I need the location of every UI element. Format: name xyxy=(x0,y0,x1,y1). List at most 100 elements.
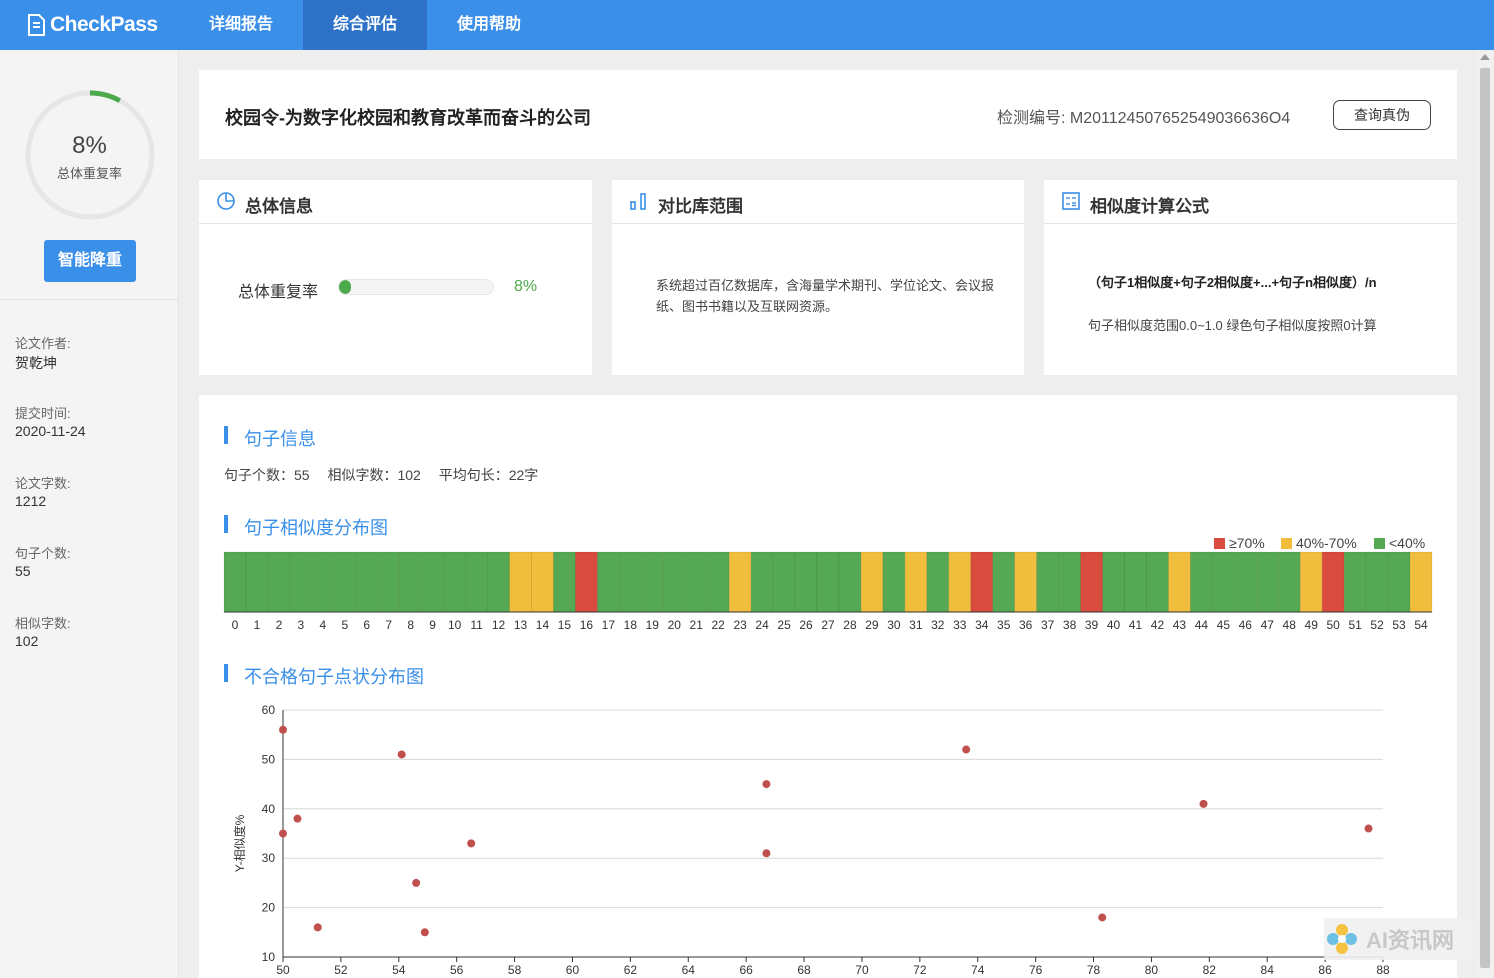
distribution-cell xyxy=(421,551,444,613)
smart-reduce-button[interactable]: 智能降重 xyxy=(44,240,136,282)
scatter-xtick-label: 56 xyxy=(450,963,464,977)
tab-detailed-report[interactable]: 详细报告 xyxy=(179,0,303,50)
distribution-tick-label: 35 xyxy=(997,618,1011,632)
meta-similar-value: 102 xyxy=(15,633,39,649)
distribution-heading: 句子相似度分布图 xyxy=(224,514,388,538)
scatter-point[interactable] xyxy=(397,750,406,759)
distribution-tick-label: 49 xyxy=(1305,618,1319,632)
flower-icon xyxy=(1327,924,1357,954)
scatter-xtick-label: 52 xyxy=(334,963,348,977)
scatter-point[interactable] xyxy=(467,839,476,848)
scatter-ylabel: Y-相似度% xyxy=(232,814,247,872)
distribution-cell xyxy=(465,551,488,613)
distribution-cell xyxy=(1014,551,1037,613)
distribution-tick-label: 5 xyxy=(341,618,348,632)
scatter-xtick-label: 82 xyxy=(1203,963,1217,977)
app-name: CheckPass xyxy=(50,13,158,36)
tab-help[interactable]: 使用帮助 xyxy=(427,0,551,50)
app-logo[interactable]: CheckPass xyxy=(26,11,158,39)
scatter-point[interactable] xyxy=(412,878,421,887)
check-id-label: 检测编号: xyxy=(997,110,1066,127)
bar-chart-icon xyxy=(630,193,646,210)
summary-card: 总体信息 总体重复率 8% xyxy=(199,180,592,375)
distribution-tick-label: 4 xyxy=(319,618,326,632)
summary-card-title: 总体信息 xyxy=(245,197,313,216)
distribution-cell xyxy=(619,551,642,613)
scatter-point[interactable] xyxy=(762,849,771,858)
sentence-count-stat: 句子个数：55 xyxy=(224,467,310,483)
overall-rate-bar xyxy=(338,279,494,295)
scatter-xtick-label: 54 xyxy=(392,963,406,977)
distribution-tick-label: 25 xyxy=(777,618,791,632)
distribution-cell xyxy=(970,551,994,613)
watermark-text: AI资讯网 xyxy=(1366,928,1455,953)
scatter-xtick-label: 74 xyxy=(971,963,985,977)
overall-rate-bar-label: 总体重复率 xyxy=(238,284,319,301)
distribution-tick-label: 50 xyxy=(1326,618,1340,632)
report-header-card: 校园令-为数字化校园和教育改革而奋斗的公司 检测编号: M20112450765… xyxy=(199,70,1457,159)
calculator-icon xyxy=(1062,192,1080,210)
page-scrollbar[interactable] xyxy=(1476,50,1494,978)
meta-date-value: 2020-11-24 xyxy=(15,423,86,439)
scatter-point[interactable] xyxy=(962,745,971,754)
distribution-cell xyxy=(882,551,906,613)
distribution-cell xyxy=(531,551,554,613)
tab-overall-assessment[interactable]: 综合评估 xyxy=(303,0,427,50)
scatter-point[interactable] xyxy=(293,814,302,823)
distribution-cell xyxy=(1343,551,1367,613)
distribution-tick-label: 45 xyxy=(1217,618,1231,632)
distribution-cell xyxy=(1365,551,1389,613)
scatter-xtick-label: 50 xyxy=(276,963,290,977)
distribution-cell xyxy=(838,551,862,613)
scatter-point[interactable] xyxy=(279,829,287,838)
scatter-point[interactable] xyxy=(1199,799,1208,808)
scroll-thumb[interactable] xyxy=(1480,68,1490,968)
scatter-xtick-label: 84 xyxy=(1261,963,1275,977)
distribution-cell xyxy=(684,551,708,613)
scatter-point[interactable] xyxy=(1364,824,1373,833)
distribution-cell xyxy=(948,551,972,613)
scatter-ytick-label: 40 xyxy=(262,802,276,816)
scatter-point[interactable] xyxy=(313,923,322,932)
distribution-tick-label: 26 xyxy=(799,618,813,632)
distribution-cell xyxy=(245,551,269,613)
scatter-point[interactable] xyxy=(762,780,771,789)
scatter-ytick-label: 50 xyxy=(262,752,276,766)
scatter-point[interactable] xyxy=(1098,913,1107,922)
distribution-cell xyxy=(1321,551,1345,613)
distribution-tick-label: 2 xyxy=(276,618,283,632)
scatter-heading: 不合格句子点状分布图 xyxy=(224,663,424,687)
distribution-cell xyxy=(662,551,686,613)
verify-button[interactable]: 查询真伪 xyxy=(1333,100,1431,130)
scatter-point[interactable] xyxy=(279,725,287,734)
distribution-tick-label: 9 xyxy=(429,618,436,632)
meta-author-label: 论文作者: xyxy=(15,336,71,351)
scatter-xtick-label: 64 xyxy=(682,963,696,977)
meta-sentences-value: 55 xyxy=(15,563,31,579)
scatter-point[interactable] xyxy=(420,928,429,937)
distribution-cell xyxy=(289,551,313,613)
similar-chars-stat: 相似字数：102 xyxy=(327,467,421,483)
check-id-value: M201124507652549036636O4 xyxy=(1069,110,1291,127)
summary-card-header: 总体信息 xyxy=(199,180,592,224)
distribution-cell xyxy=(641,551,664,613)
overall-rate-bar-fill xyxy=(339,280,352,294)
formula-expression: （句子1相似度+句子2相似度+...+句子n相似度）/n xyxy=(1088,275,1377,290)
distribution-cell xyxy=(487,551,510,613)
distribution-tick-label: 20 xyxy=(668,618,682,632)
distribution-tick-label: 13 xyxy=(514,618,528,632)
pie-chart-icon xyxy=(217,192,235,210)
distribution-tick-label: 53 xyxy=(1392,618,1406,632)
scope-card-header: 对比库范围 xyxy=(612,180,1024,224)
distribution-tick-label: 42 xyxy=(1151,618,1165,632)
distribution-cell xyxy=(597,551,620,613)
distribution-tick-label: 8 xyxy=(407,618,414,632)
distribution-tick-label: 16 xyxy=(580,618,594,632)
distribution-cell xyxy=(860,551,884,613)
scroll-up-icon[interactable] xyxy=(1480,54,1490,60)
scatter-xtick-label: 60 xyxy=(566,963,580,977)
check-id: 检测编号: M201124507652549036636O4 xyxy=(997,104,1290,128)
distribution-tick-label: 0 xyxy=(232,618,239,632)
distribution-tick-label: 27 xyxy=(821,618,835,632)
overall-rate-bar-pct: 8% xyxy=(514,278,538,295)
